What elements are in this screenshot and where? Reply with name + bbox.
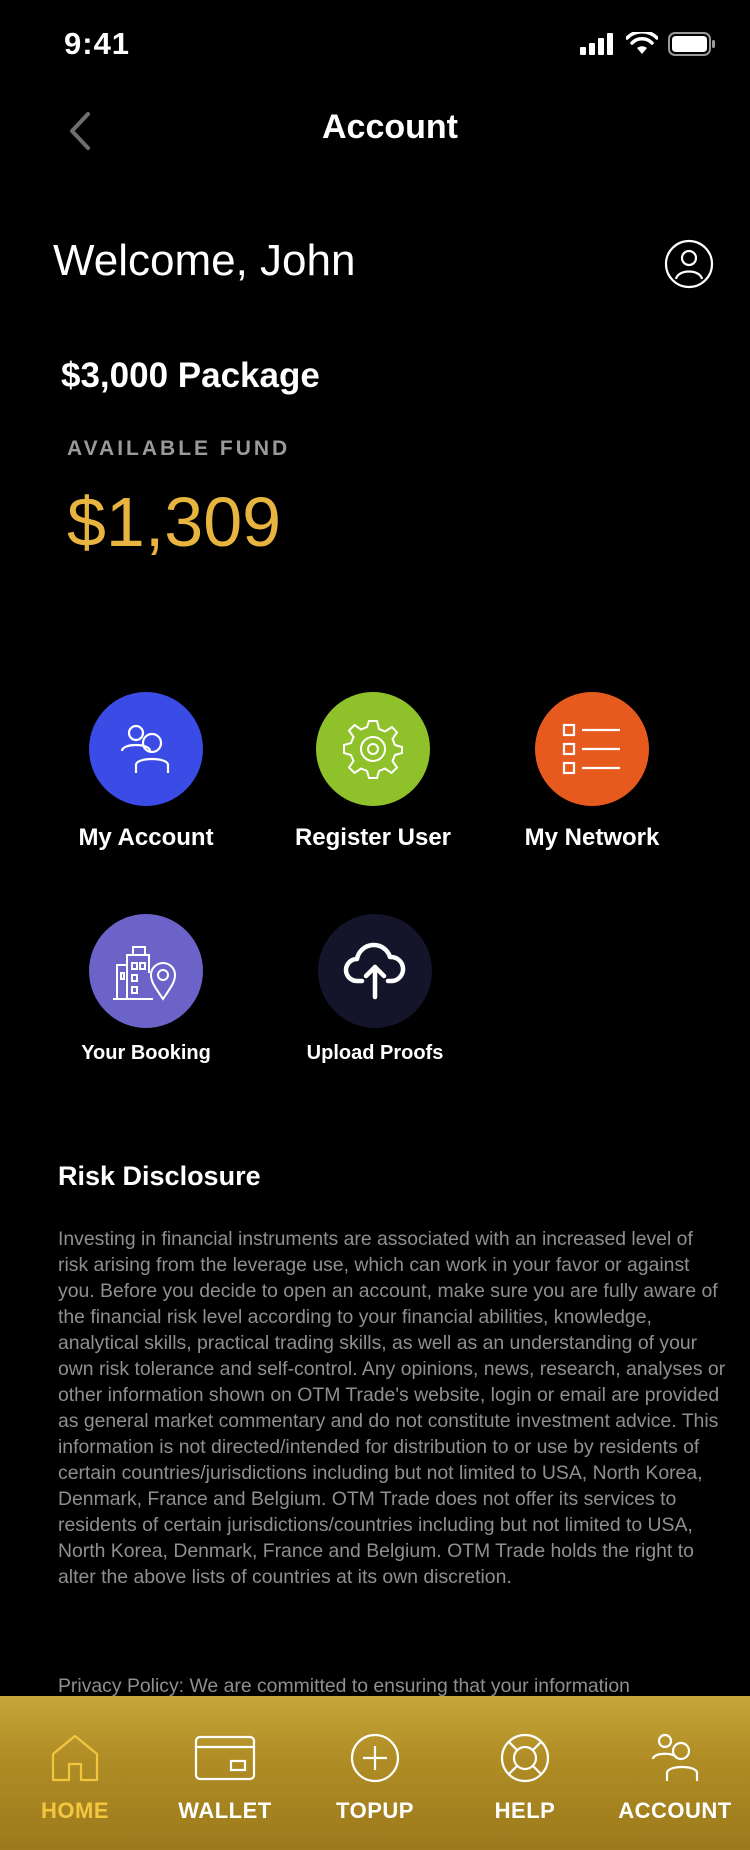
welcome-text: Welcome, John: [53, 236, 356, 285]
your-booking-circle: [89, 914, 203, 1028]
my-account-tile[interactable]: My Account: [31, 692, 261, 852]
package-title: $3,000 Package: [61, 356, 320, 395]
my-network-circle: [535, 692, 649, 806]
status-icons: [580, 32, 716, 56]
status-time: 9:41: [64, 26, 131, 61]
tab-label: TOPUP: [336, 1798, 414, 1823]
lifebuoy-icon: [499, 1730, 551, 1786]
tab-wallet[interactable]: WALLET: [150, 1696, 300, 1850]
signal-icon: [580, 33, 613, 55]
tile-label: My Network: [524, 824, 660, 851]
tab-topup[interactable]: TOPUP: [300, 1696, 450, 1850]
nav-bar: Account: [0, 90, 750, 170]
wifi-icon: [626, 32, 658, 54]
tab-label: WALLET: [178, 1798, 272, 1823]
wallet-icon: [193, 1730, 257, 1786]
tab-account[interactable]: ACCOUNT: [600, 1696, 750, 1850]
cloud-upload-icon: [343, 942, 406, 1000]
risk-disclosure-text: Investing in financial instruments are a…: [58, 1228, 726, 1588]
tile-label: Your Booking: [81, 1042, 211, 1064]
status-bar: 9:41: [0, 0, 750, 90]
page-title: Account: [322, 108, 458, 146]
tab-help[interactable]: HELP: [450, 1696, 600, 1850]
tab-home[interactable]: HOME: [0, 1696, 150, 1850]
tile-label: My Account: [78, 824, 214, 851]
tile-label: Register User: [294, 824, 452, 851]
tile-label: Upload Proofs: [306, 1042, 444, 1064]
risk-disclosure-title: Risk Disclosure: [58, 1161, 261, 1191]
upload-proofs-circle: [318, 914, 432, 1028]
building-location-icon: [113, 946, 177, 1001]
tab-label: HELP: [494, 1798, 556, 1823]
gear-icon: [343, 720, 403, 779]
my-network-tile[interactable]: My Network: [477, 692, 707, 852]
list-icon: [562, 723, 620, 775]
account-icon: [647, 1730, 703, 1786]
plus-circle-icon: [349, 1730, 401, 1786]
user-circle-icon: [664, 239, 714, 289]
user-group-icon: [120, 724, 170, 773]
profile-button[interactable]: [664, 239, 714, 289]
available-fund-label: AVAILABLE FUND: [67, 437, 291, 460]
tab-label: ACCOUNT: [618, 1798, 732, 1823]
battery-icon: [668, 32, 715, 56]
available-fund-amount: $1,309: [67, 483, 282, 561]
register-user-tile[interactable]: Register User: [258, 692, 488, 852]
your-booking-tile[interactable]: Your Booking: [31, 914, 261, 1065]
my-account-circle: [89, 692, 203, 806]
bottom-tab-bar: HOME WALLET TOPUP HELP ACCOUNT: [0, 1696, 750, 1850]
tab-label: HOME: [41, 1798, 109, 1823]
upload-proofs-tile[interactable]: Upload Proofs: [260, 914, 490, 1065]
register-user-circle: [316, 692, 430, 806]
home-icon: [47, 1730, 103, 1786]
